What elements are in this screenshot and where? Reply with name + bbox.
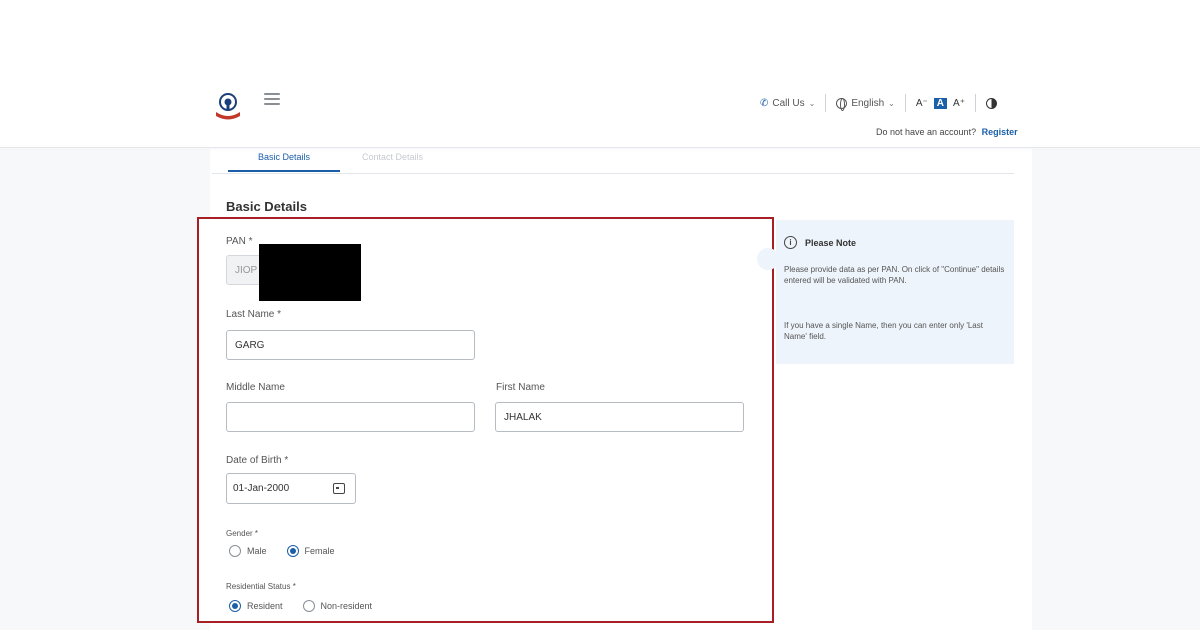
gender-male-label: Male	[247, 546, 267, 556]
radio-checked-icon	[286, 545, 299, 557]
last-name-label: Last Name *	[226, 309, 282, 320]
calendar-icon[interactable]	[333, 483, 345, 494]
site-header: ✆ Call Us ⌄ English ⌄ A⁻ A A⁺ Do not hav…	[0, 0, 1200, 148]
divider	[904, 94, 906, 112]
last-name-input[interactable]	[226, 330, 475, 360]
tab-contact-details[interactable]: Contact Details	[362, 152, 423, 162]
language-label: English	[851, 97, 885, 109]
font-size-controls: A⁻ A A⁺	[916, 97, 965, 109]
increase-font-button[interactable]: A⁺	[953, 98, 965, 109]
resident-radio[interactable]: Resident	[229, 600, 283, 612]
note-header: i Please Note	[784, 236, 856, 249]
divider	[825, 94, 827, 112]
residential-radio-group: Resident Non-resident	[229, 600, 392, 612]
resident-label: Resident	[247, 601, 283, 611]
dob-value: 01-Jan-2000	[233, 483, 290, 494]
dob-date-picker[interactable]: 01-Jan-2000	[226, 473, 356, 504]
radio-unchecked-icon	[229, 545, 241, 557]
dob-label: Date of Birth *	[226, 455, 289, 466]
chevron-down-icon: ⌄	[808, 98, 816, 108]
middle-name-label: Middle Name	[226, 382, 285, 393]
middle-name-input[interactable]	[226, 402, 475, 432]
account-prompt-text: Do not have an account?	[876, 127, 977, 137]
globe-icon	[836, 97, 848, 111]
register-link[interactable]: Register	[982, 127, 1018, 137]
step-tabs: Basic Details Contact Details	[212, 148, 1014, 174]
first-name-label: First Name	[496, 382, 545, 393]
decrease-font-button[interactable]: A⁻	[916, 98, 928, 109]
menu-hamburger-icon[interactable]	[264, 93, 280, 107]
call-us-dropdown[interactable]: ✆ Call Us ⌄	[760, 98, 815, 109]
gender-radio-group: Male Female	[229, 545, 355, 557]
background-right-panel	[1032, 149, 1200, 630]
non-resident-label: Non-resident	[320, 601, 373, 611]
please-note-panel: i Please Note Please provide data as per…	[776, 220, 1014, 364]
gender-female-radio[interactable]: Female	[286, 545, 335, 557]
emblem-logo-icon[interactable]	[212, 90, 244, 122]
gender-female-label: Female	[304, 546, 335, 556]
radio-unchecked-icon	[302, 600, 315, 612]
note-paragraph-2: If you have a single Name, then you can …	[784, 321, 983, 341]
pan-label: PAN *	[226, 236, 253, 247]
page: ✆ Call Us ⌄ English ⌄ A⁻ A A⁺ Do not hav…	[0, 0, 1200, 630]
residential-status-label: Residential Status *	[226, 582, 296, 591]
background-left-panel	[0, 149, 210, 630]
non-resident-radio[interactable]: Non-resident	[302, 600, 373, 612]
normal-font-button[interactable]: A	[933, 97, 948, 109]
section-title: Basic Details	[226, 199, 307, 214]
language-dropdown[interactable]: English ⌄	[836, 97, 895, 111]
contrast-toggle-icon[interactable]	[985, 97, 997, 109]
call-us-label: Call Us	[772, 97, 805, 109]
radio-checked-icon	[229, 600, 241, 612]
redaction-box	[259, 244, 361, 301]
first-name-input[interactable]	[495, 402, 744, 432]
gender-label: Gender *	[226, 529, 259, 538]
utility-bar: ✆ Call Us ⌄ English ⌄ A⁻ A A⁺	[760, 94, 997, 112]
phone-icon: ✆	[760, 97, 769, 109]
tab-basic-details[interactable]: Basic Details	[228, 152, 340, 172]
account-prompt: Do not have an account? Register	[876, 127, 1018, 137]
note-paragraph-1: Please provide data as per PAN. On click…	[784, 265, 1005, 285]
gender-male-radio[interactable]: Male	[229, 545, 267, 557]
chevron-down-icon: ⌄	[888, 98, 895, 108]
note-title: Please Note	[805, 237, 857, 248]
divider	[974, 94, 976, 112]
info-icon: i	[784, 236, 797, 249]
